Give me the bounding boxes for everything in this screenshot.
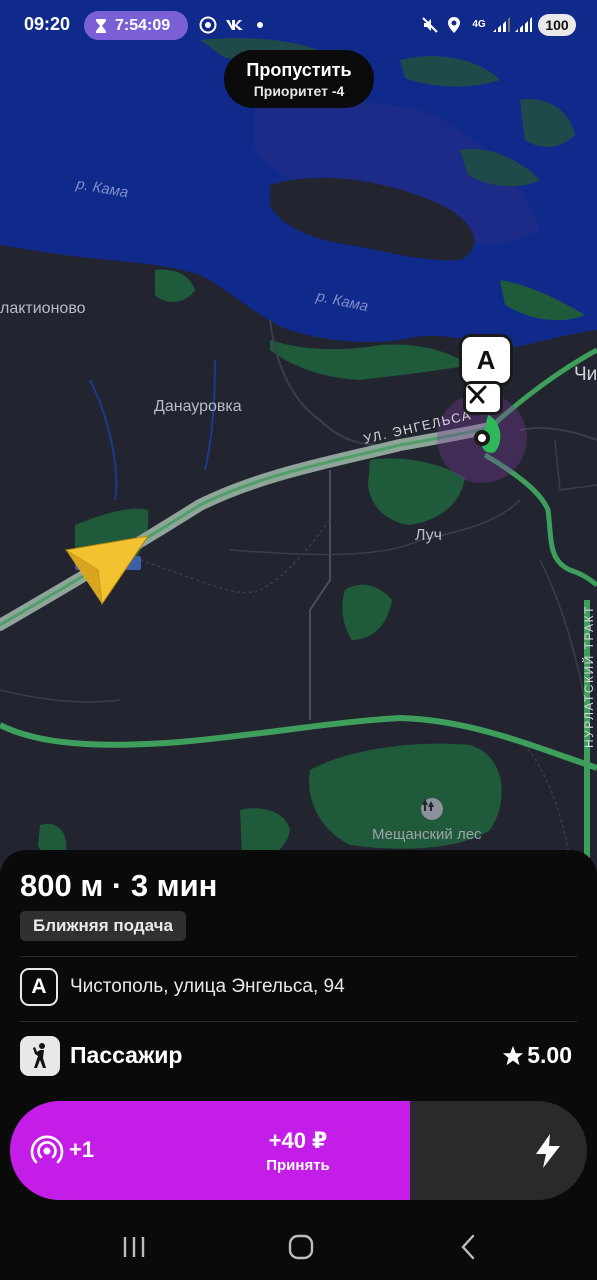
pickup-marker[interactable]: A bbox=[459, 334, 513, 386]
battery-indicator: 100 bbox=[538, 14, 576, 36]
passenger-label: Пассажир bbox=[70, 1042, 183, 1068]
radar-icon bbox=[30, 1135, 64, 1164]
nearby-pickup-badge: Ближняя подача bbox=[20, 911, 186, 941]
lightning-icon[interactable] bbox=[531, 1133, 565, 1169]
action-bar: +1 +40 ₽ Принять bbox=[10, 1101, 587, 1200]
home-icon[interactable] bbox=[281, 1232, 321, 1262]
forest-label: Мещанский лес bbox=[372, 826, 482, 843]
clock: 09:20 bbox=[24, 14, 71, 34]
forest-icon bbox=[421, 798, 443, 820]
city-label: Чи bbox=[574, 364, 597, 385]
signal-icon bbox=[490, 14, 512, 36]
road-label: НУРЛАТСКИЙ ТРАКТ bbox=[582, 605, 596, 748]
pickup-dot bbox=[474, 430, 490, 446]
skip-priority: Приоритет -4 bbox=[253, 83, 345, 99]
divider bbox=[20, 956, 577, 957]
wifi-icon bbox=[512, 14, 534, 36]
timer-pill: 7:54:09 bbox=[84, 11, 188, 40]
passenger-row[interactable]: Пассажир 5.00 bbox=[20, 1036, 577, 1076]
network-type: 4G bbox=[472, 19, 486, 30]
village-label: лактионово bbox=[0, 300, 86, 317]
navigation-arrow-icon bbox=[64, 535, 150, 606]
rating-value: 5.00 bbox=[527, 1042, 572, 1068]
location-icon bbox=[445, 14, 463, 36]
recents-icon[interactable] bbox=[114, 1232, 154, 1262]
hourglass-icon bbox=[96, 18, 106, 33]
distance-time: 800 м · 3 мин bbox=[20, 868, 218, 903]
map-canvas bbox=[0, 0, 597, 880]
back-icon[interactable] bbox=[448, 1232, 488, 1262]
mute-icon bbox=[420, 14, 440, 36]
village-label: Данауровка bbox=[154, 398, 242, 415]
timer-value: 7:54:09 bbox=[115, 16, 171, 34]
pickup-address-row[interactable]: A Чистополь, улица Энгельса, 94 bbox=[20, 968, 345, 1006]
skip-button[interactable]: Пропустить Приоритет -4 bbox=[224, 50, 374, 108]
map-view[interactable]: р. Кама р. Кама лактионово Данауровка Лу… bbox=[0, 0, 597, 880]
point-a-icon: A bbox=[20, 968, 58, 1006]
passenger-rating: 5.00 bbox=[502, 1042, 572, 1069]
hitchhiker-marker-icon bbox=[463, 381, 503, 415]
accept-label: Принять bbox=[266, 1157, 330, 1174]
accept-button[interactable]: +1 +40 ₽ Принять bbox=[10, 1101, 410, 1200]
hitchhiker-icon bbox=[20, 1036, 60, 1076]
queue-count: +1 bbox=[69, 1137, 95, 1162]
vk-icon bbox=[225, 14, 245, 36]
price-amount: +40 ₽ bbox=[268, 1128, 328, 1153]
dot-icon bbox=[256, 14, 264, 36]
star-icon bbox=[503, 1045, 524, 1065]
yandex-go-icon bbox=[198, 14, 218, 36]
village-label: Луч bbox=[415, 527, 443, 544]
pickup-address: Чистополь, улица Энгельса, 94 bbox=[70, 976, 345, 997]
skip-title: Пропустить bbox=[246, 60, 352, 80]
status-bar: 09:20 7:54:09 4G 100 bbox=[0, 0, 597, 50]
divider bbox=[20, 1021, 577, 1022]
system-nav-bar bbox=[0, 1210, 597, 1280]
